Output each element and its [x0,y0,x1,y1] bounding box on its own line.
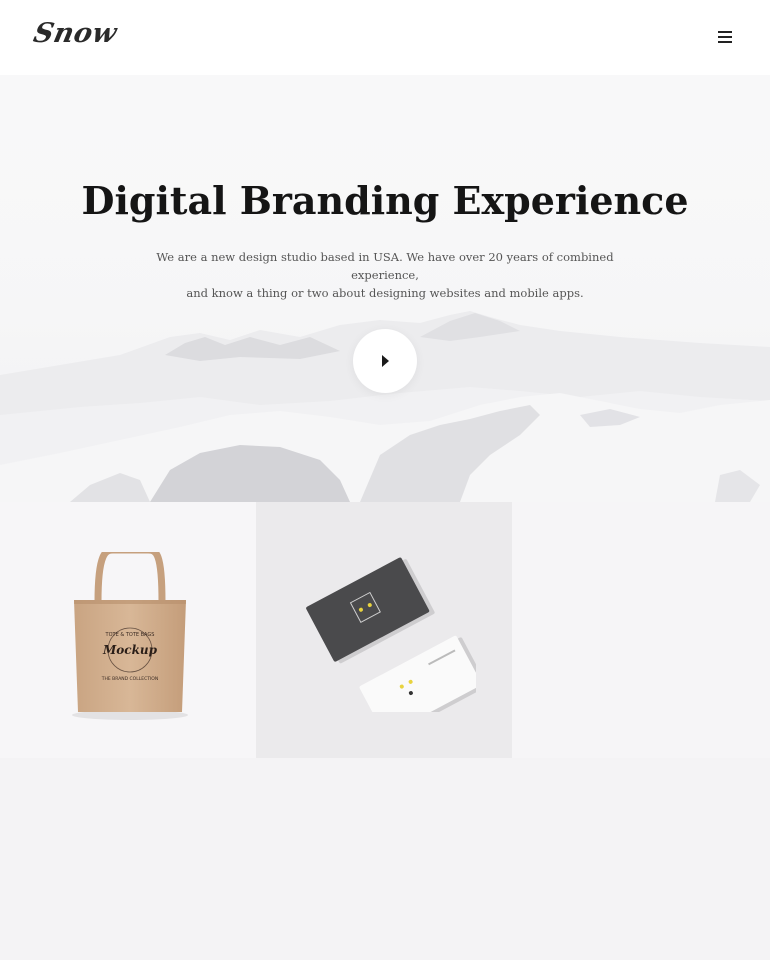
hero-subtitle-line: and know a thing or two about designing … [186,286,584,300]
hamburger-menu-icon[interactable] [712,28,738,46]
hero-section: Digital Branding Experience We are a new… [0,75,770,502]
hero-subtitle: We are a new design studio based in USA.… [135,248,635,302]
portfolio-grid: TOTE & TOTE BAGS Mockup THE BRAND COLLEC… [0,502,770,758]
tote-bag-image: TOTE & TOTE BAGS Mockup THE BRAND COLLEC… [72,552,188,720]
page-bottom-area [0,758,770,960]
play-icon [382,355,389,367]
business-cards-image [306,557,476,712]
menu-line [718,41,732,43]
portfolio-item-empty[interactable] [512,502,770,758]
site-header: Snow [0,0,770,75]
menu-line [718,31,732,33]
hero-title: Digital Branding Experience [81,178,689,223]
portfolio-item-business-cards[interactable] [256,502,512,758]
bag-text-top: TOTE & TOTE BAGS [105,632,155,638]
portfolio-item-tote-bag[interactable]: TOTE & TOTE BAGS Mockup THE BRAND COLLEC… [0,502,256,758]
menu-line [718,36,732,38]
bag-text-main: Mockup [102,643,158,657]
hero-subtitle-line: We are a new design studio based in USA.… [156,250,614,282]
bag-text-bottom: THE BRAND COLLECTION [101,676,158,682]
site-logo[interactable]: Snow [31,18,120,49]
play-video-button[interactable] [353,329,417,393]
